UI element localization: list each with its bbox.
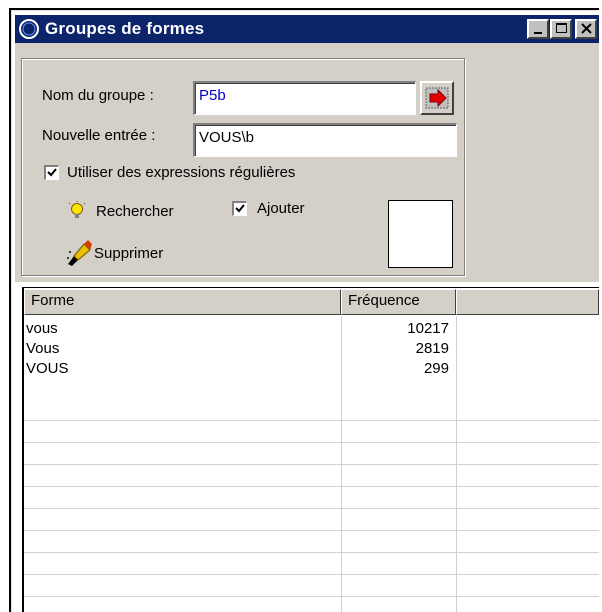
search-action[interactable]: Rechercher [67,201,174,221]
close-icon [581,23,592,34]
cell-frequence: 10217 [407,320,449,337]
close-button[interactable] [575,19,597,39]
eraser-icon [67,240,92,266]
checkmark-icon [235,204,245,213]
go-button[interactable] [420,81,454,115]
delete-label: Supprimer [94,244,164,262]
add-checkbox[interactable] [232,201,247,216]
table-top-border [22,287,599,288]
column-header-forme-label: Forme [31,292,75,309]
row-divider [24,574,599,575]
use-regex-checkbox[interactable] [44,165,59,180]
group-name-label: Nom du groupe : [42,87,154,104]
column-header-forme[interactable]: Forme [24,289,341,315]
minimize-icon [534,32,542,34]
checkmark-icon [47,168,57,177]
title-bar[interactable]: Groupes de formes [15,15,599,43]
add-label: Ajouter [257,200,305,217]
arrow-right-icon [425,87,449,109]
row-divider [24,420,599,421]
new-entry-value: VOUS\b [199,129,255,146]
lightbulb-icon [68,201,86,218]
new-entry-field[interactable]: VOUS\b [193,123,457,157]
row-divider [24,552,599,553]
cell-forme: VOUS [26,360,69,377]
forms-table[interactable] [22,288,599,612]
row-divider [24,508,599,509]
cell-frequence: 299 [423,360,449,377]
row-divider [24,464,599,465]
search-label: Rechercher [96,202,174,220]
cell-forme: vous [26,320,58,337]
column-header-frequence-label: Fréquence [348,292,420,309]
row-divider [24,442,599,443]
maximize-button[interactable] [550,19,572,39]
minimize-button[interactable] [527,19,549,39]
column-header-empty [456,289,599,315]
preview-box [388,200,453,268]
row-divider [24,596,599,597]
group-name-field[interactable]: P5b [193,81,416,115]
new-entry-label: Nouvelle entrée : [42,127,156,144]
row-divider [24,486,599,487]
cell-frequence: 2819 [415,340,449,357]
delete-action[interactable]: Supprimer [64,240,163,266]
app-ring-icon [19,19,39,39]
cell-forme: Vous [26,340,60,357]
column-header-frequence[interactable]: Fréquence [341,289,456,315]
group-name-value: P5b [199,87,226,104]
row-divider [24,530,599,531]
maximize-icon [556,23,567,33]
use-regex-label: Utiliser des expressions régulières [67,164,296,181]
window-title: Groupes de formes [45,19,205,38]
table-left-edge [22,288,24,612]
